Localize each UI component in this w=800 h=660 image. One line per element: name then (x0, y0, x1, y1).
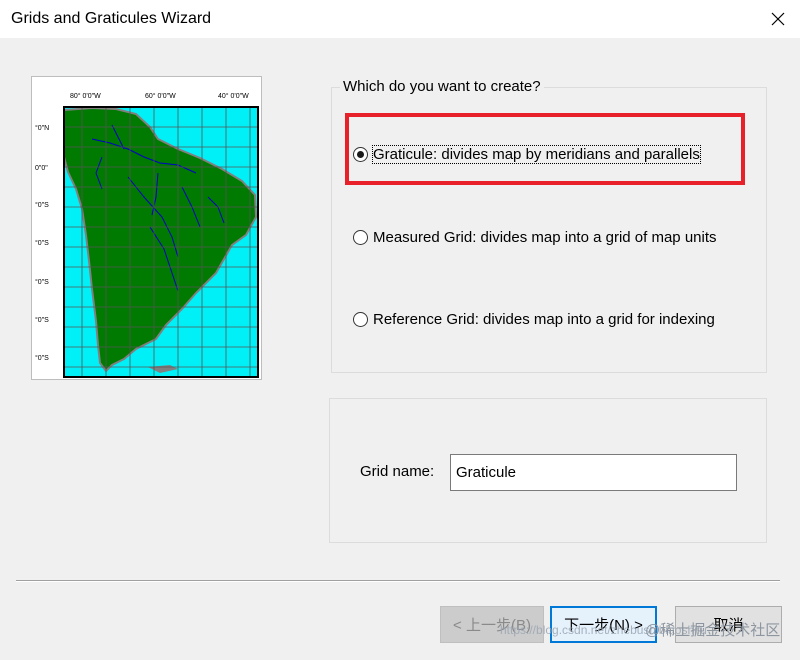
left-tick: °0"S (35, 239, 49, 247)
top-tick: 60° 0'0"W (145, 92, 176, 100)
next-button[interactable]: 下一步(N) > (550, 606, 657, 643)
create-type-caption: Which do you want to create? (340, 78, 544, 95)
radio-unselected-icon[interactable] (353, 311, 368, 327)
top-tick: 40° 0'0"W (218, 92, 249, 100)
window-title: Grids and Graticules Wizard (11, 10, 212, 27)
graticule-preview: 80° 0'0"W 60° 0'0"W 40° 0'0"W °0"N 0"0" … (31, 76, 262, 380)
close-button[interactable] (762, 4, 794, 34)
measured-grid-radio[interactable]: Measured Grid: divides map into a grid o… (353, 226, 751, 248)
grid-name-label: Grid name: (360, 463, 435, 480)
cancel-button[interactable]: 取消 (675, 606, 782, 643)
graticule-option-label: Graticule: divides map by meridians and … (372, 144, 701, 164)
south-america-map-icon: 80° 0'0"W 60° 0'0"W 40° 0'0"W °0"N 0"0" … (35, 92, 259, 378)
left-tick: 0"0" (35, 165, 48, 172)
title-bar: Grids and Graticules Wizard (0, 0, 800, 38)
graticule-radio[interactable]: Graticule: divides map by meridians and … (353, 143, 738, 165)
close-icon (771, 12, 785, 26)
footer-separator (16, 580, 780, 582)
reference-grid-radio[interactable]: Reference Grid: divides map into a grid … (353, 308, 751, 330)
reference-grid-option-label: Reference Grid: divides map into a grid … (373, 310, 715, 328)
left-tick: °0"S (35, 201, 49, 209)
back-button[interactable]: < 上一步(B) (440, 606, 544, 643)
grid-name-input[interactable] (450, 454, 737, 491)
left-tick: °0"S (35, 278, 49, 286)
left-tick: °0"S (35, 316, 49, 324)
left-tick: °0"S (35, 354, 49, 362)
measured-grid-option-label: Measured Grid: divides map into a grid o… (373, 228, 717, 246)
radio-unselected-icon[interactable] (353, 229, 368, 245)
radio-selected-icon[interactable] (353, 146, 368, 162)
left-tick: °0"N (35, 124, 49, 132)
top-tick: 80° 0'0"W (70, 92, 101, 100)
